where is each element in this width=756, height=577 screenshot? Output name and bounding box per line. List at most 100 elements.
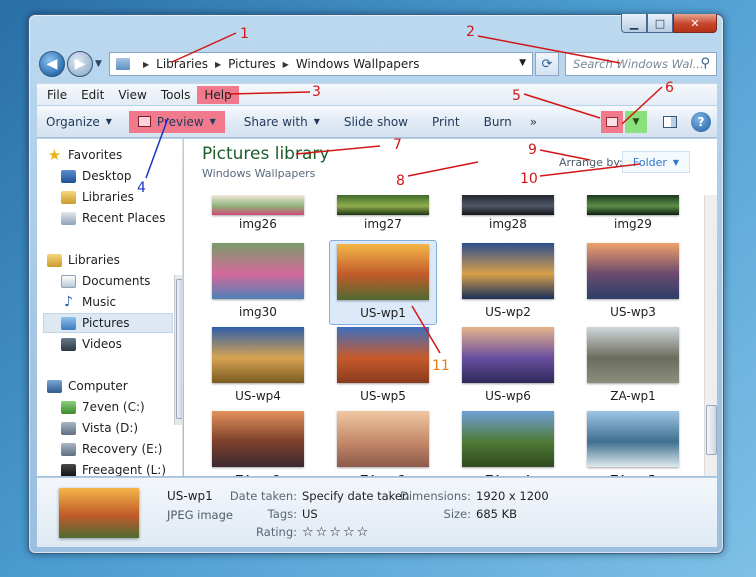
annotation-4: 4 [137, 180, 146, 196]
file-tile[interactable]: ZA-wp1 [579, 327, 687, 403]
file-tile[interactable]: ZA-wp2 [204, 411, 312, 476]
nav-libraries[interactable]: Libraries [47, 250, 177, 270]
nav-pictures[interactable]: Pictures [43, 313, 173, 333]
music-icon: ♪ [64, 293, 73, 310]
menu-help[interactable]: Help [197, 85, 239, 104]
desktop-icon [61, 169, 76, 183]
back-button[interactable]: ◀ [39, 51, 65, 77]
file-tile[interactable]: US-wp1 [329, 240, 437, 325]
menu-file[interactable]: File [40, 86, 74, 104]
nav-favorites[interactable]: ★ Favorites [47, 145, 177, 165]
recent-pages-dropdown-icon[interactable]: ▼ [95, 59, 102, 69]
minimize-button[interactable]: ▁ [621, 14, 647, 33]
search-placeholder: Search Windows Wal... [573, 57, 704, 71]
preview-icon [137, 116, 151, 127]
scrollbar-thumb [176, 279, 182, 419]
breadcrumb-libraries[interactable]: Libraries ▶ [156, 57, 228, 71]
view-options-dropdown[interactable]: ▼ [625, 111, 647, 133]
thumbnail-image [212, 411, 304, 467]
preview-pane-button[interactable] [659, 111, 681, 133]
details-rating: Rating: ☆☆☆☆☆ [256, 525, 371, 540]
nav-drive-c[interactable]: 7even (C:) [61, 397, 182, 417]
command-bar: Organize ▼ Preview ▼ Share with ▼ Slide sho… [37, 106, 717, 138]
file-name-label: ZA-wp5 [579, 473, 687, 476]
file-tile[interactable]: US-wp5 [329, 327, 437, 403]
nav-drive-l[interactable]: Freeagent (L:) [61, 460, 182, 476]
annotation-7: 7 [393, 137, 402, 153]
chevron-down-icon: ▼ [105, 117, 112, 126]
file-tile[interactable]: img29 [579, 195, 687, 231]
thumbnail-image [212, 243, 304, 299]
nav-videos[interactable]: Videos [61, 334, 182, 354]
file-tile[interactable]: img30 [204, 243, 312, 319]
annotation-8: 8 [396, 173, 405, 189]
nav-computer[interactable]: Computer [47, 376, 177, 396]
chevron-down-icon: ▼ [672, 157, 680, 167]
navigation-scrollbar[interactable] [174, 275, 182, 425]
forward-button[interactable]: ▶ [67, 51, 93, 77]
breadcrumb-root-arrow[interactable]: ▶ [136, 60, 156, 69]
menu-view[interactable]: View [111, 86, 153, 104]
annotation-11: 11 [432, 358, 450, 374]
slide-show-button[interactable]: Slide show [335, 111, 417, 133]
thumbnail-image [462, 243, 554, 299]
drive-icon [61, 400, 76, 414]
menu-edit[interactable]: Edit [74, 86, 111, 104]
file-tile[interactable]: US-wp2 [454, 243, 562, 319]
nav-music[interactable]: ♪ Music [61, 292, 182, 312]
file-name-label: US-wp3 [610, 305, 656, 319]
details-thumbnail [59, 488, 139, 538]
breadcrumb-windows-wallpapers[interactable]: Windows Wallpapers [296, 57, 420, 71]
nav-drive-d[interactable]: Vista (D:) [61, 418, 182, 438]
scrollbar-thumb [706, 405, 717, 455]
star-icon: ★ [47, 146, 62, 164]
menu-bar: File Edit View Tools Help [37, 83, 717, 105]
rating-stars[interactable]: ☆☆☆☆☆ [302, 525, 370, 540]
breadcrumb-pictures[interactable]: Pictures ▶ [228, 57, 296, 71]
file-tile[interactable]: US-wp6 [454, 327, 562, 403]
maximize-button[interactable]: □ [647, 14, 673, 33]
file-tile[interactable]: img26 [204, 195, 312, 231]
close-button[interactable]: ✕ [673, 14, 717, 33]
menu-tools[interactable]: Tools [154, 86, 198, 104]
address-history-dropdown-icon[interactable]: ▼ [519, 58, 526, 68]
library-title: Pictures library [202, 144, 330, 164]
file-name-label: US-wp2 [485, 305, 531, 319]
arrange-by-dropdown[interactable]: Folder ▼ [622, 151, 690, 173]
file-tile[interactable]: US-wp3 [579, 243, 687, 319]
file-name-label: US-wp5 [360, 389, 406, 403]
nav-documents[interactable]: Documents [61, 271, 182, 291]
address-bar[interactable]: ▶ Libraries ▶ Pictures ▶ Windows Wallpaper… [109, 52, 533, 76]
recent-places-icon [61, 211, 76, 225]
refresh-button[interactable]: ⟳ [535, 52, 559, 76]
nav-libraries-favorite[interactable]: Libraries [61, 187, 182, 207]
search-input[interactable]: Search Windows Wal... ⚲ [565, 52, 717, 76]
nav-desktop[interactable]: Desktop [61, 166, 182, 186]
share-with-button[interactable]: Share with ▼ [235, 111, 329, 133]
file-tile[interactable]: img27 [329, 195, 437, 231]
address-row: ◀ ▶ ▼ ▶ Libraries ▶ Pictures ▶ Windows Wal… [37, 51, 717, 77]
view-icon [606, 117, 618, 127]
search-icon[interactable]: ⚲ [700, 56, 710, 71]
help-button[interactable]: ? [691, 112, 711, 132]
nav-drive-e[interactable]: Recovery (E:) [61, 439, 182, 459]
nav-recent-places[interactable]: Recent Places [61, 208, 182, 228]
change-view-button[interactable] [601, 111, 623, 133]
file-tile[interactable]: US-wp4 [204, 327, 312, 403]
file-tile[interactable]: ZA-wp3 [329, 411, 437, 476]
file-list-scrollbar[interactable] [704, 195, 717, 476]
burn-button[interactable]: Burn [475, 111, 521, 133]
file-tile[interactable]: ZA-wp4 [454, 411, 562, 476]
thumbnail-image [337, 327, 429, 383]
tags-value[interactable]: US [302, 507, 318, 521]
more-commands-button[interactable]: » [521, 111, 546, 133]
preview-button[interactable]: Preview ▼ [128, 110, 225, 133]
thumbnail-image [212, 195, 304, 215]
organize-button[interactable]: Organize ▼ [37, 111, 121, 133]
details-file-name: US-wp1 [167, 489, 213, 503]
thumbnail-image [587, 411, 679, 467]
file-tile[interactable]: img28 [454, 195, 562, 231]
file-tile[interactable]: ZA-wp5 [579, 411, 687, 476]
print-button[interactable]: Print [423, 111, 469, 133]
date-taken-value[interactable]: Specify date taken [302, 489, 409, 503]
